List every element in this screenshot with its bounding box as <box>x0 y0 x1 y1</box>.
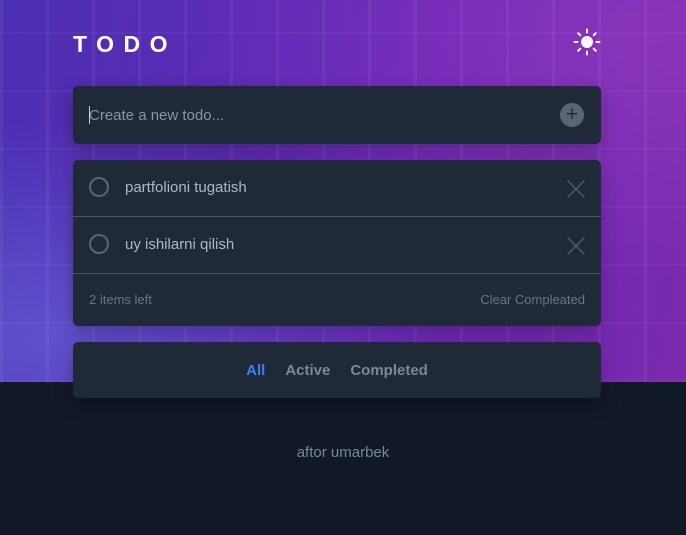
items-left-count: 2 items left <box>89 292 152 307</box>
todo-checkbox[interactable] <box>89 177 109 197</box>
sun-icon <box>573 28 601 56</box>
todo-text[interactable]: partfolioni tugatish <box>125 178 247 198</box>
plus-icon: + <box>564 104 580 124</box>
delete-todo-button[interactable] <box>566 236 586 256</box>
author-credit: aftor umarbek <box>296 444 390 461</box>
close-icon <box>567 180 585 198</box>
delete-todo-button[interactable] <box>566 179 586 199</box>
theme-toggle-button[interactable] <box>573 28 601 56</box>
new-todo-input[interactable] <box>89 86 549 144</box>
app-title: TODO <box>73 31 178 57</box>
filter-all[interactable]: All <box>246 362 265 379</box>
filter-completed[interactable]: Completed <box>350 362 428 379</box>
todo-list: partfolioni tugatish uy ishilarni qilish… <box>73 160 601 326</box>
new-todo-card: + <box>73 86 601 144</box>
todo-item: partfolioni tugatish <box>73 160 601 217</box>
close-icon <box>567 237 585 255</box>
todo-checkbox[interactable] <box>89 234 109 254</box>
todo-item: uy ishilarni qilish <box>73 217 601 274</box>
clear-completed-button[interactable]: Clear Compleated <box>480 292 585 307</box>
text-caret <box>89 106 90 124</box>
filter-bar: All Active Completed <box>73 342 601 398</box>
add-todo-button[interactable]: + <box>560 103 584 127</box>
list-footer: 2 items left Clear Compleated <box>73 274 601 326</box>
todo-text[interactable]: uy ishilarni qilish <box>125 235 234 255</box>
filter-active[interactable]: Active <box>285 362 330 379</box>
